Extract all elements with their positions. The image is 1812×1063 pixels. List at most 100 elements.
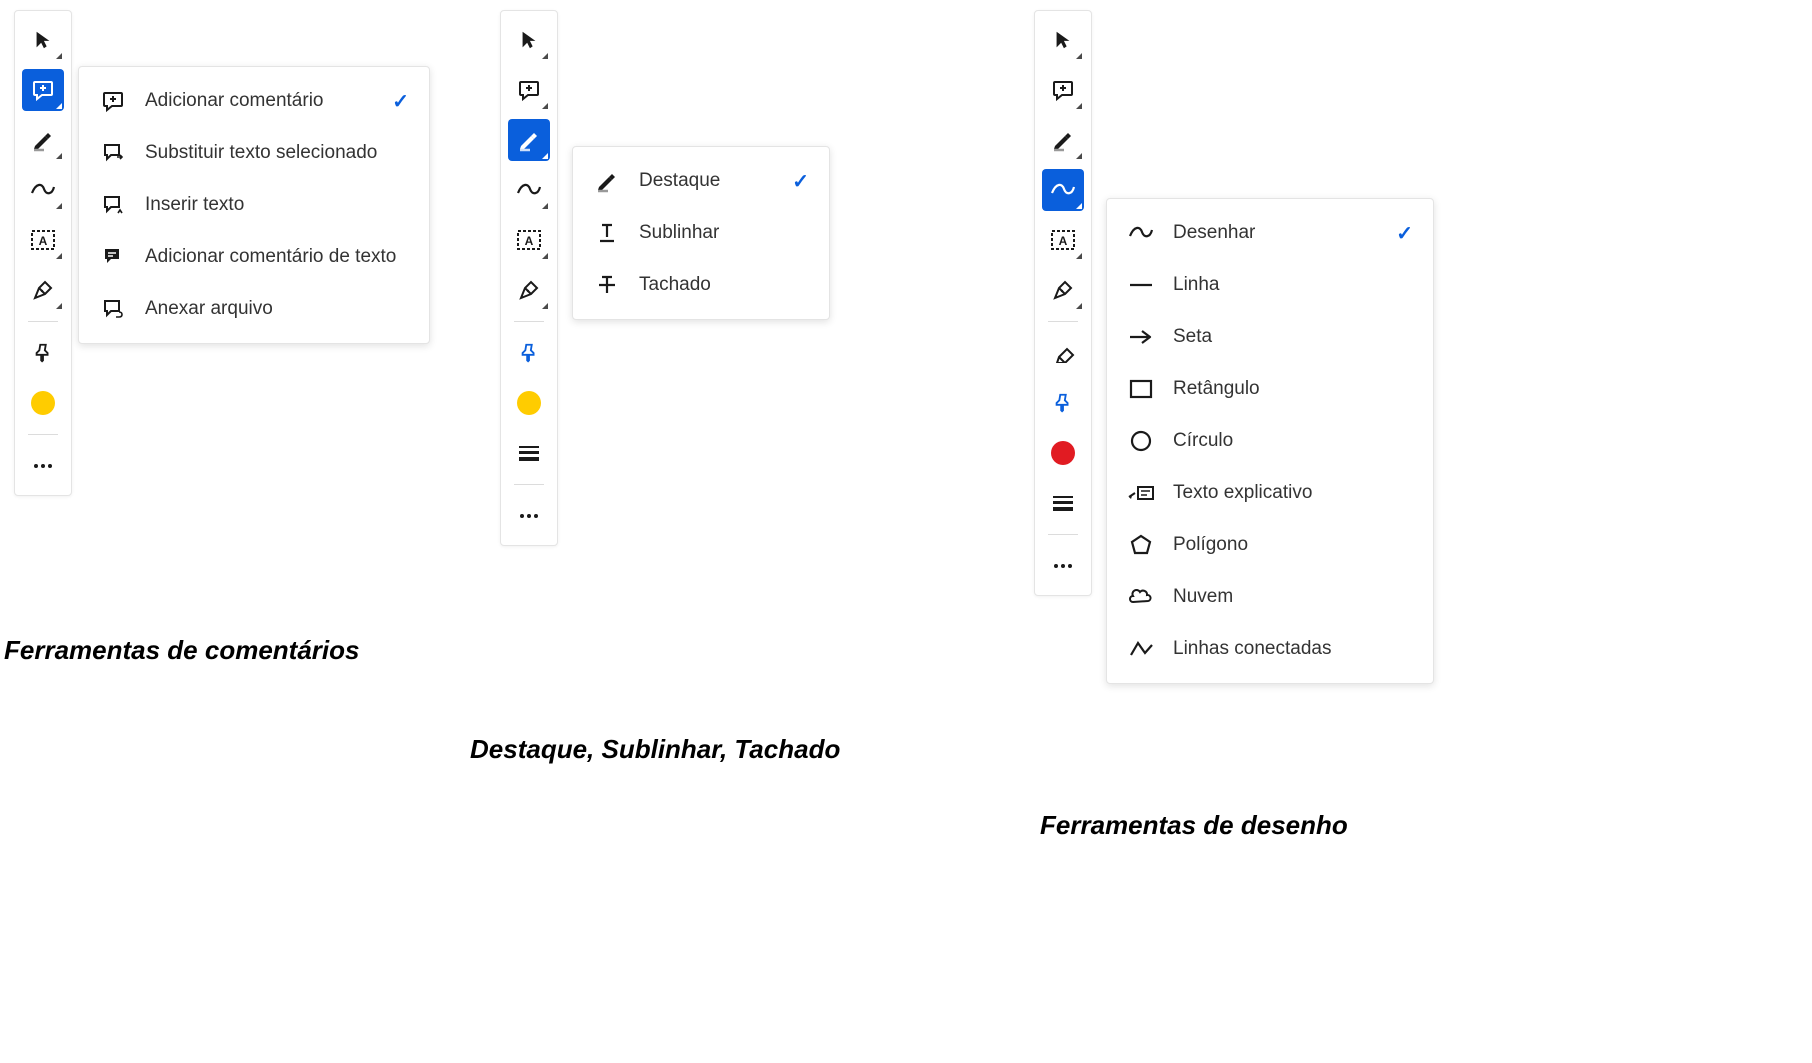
- flyout-item-callout[interactable]: Texto explicativo: [1107, 467, 1433, 519]
- flyout-label: Desenhar: [1173, 222, 1374, 244]
- pen-tool[interactable]: [508, 269, 550, 311]
- marker-icon: [517, 128, 541, 152]
- flyout-item-insert-text[interactable]: Inserir texto: [79, 179, 429, 231]
- svg-text:A: A: [525, 234, 534, 248]
- color-swatch[interactable]: [1042, 432, 1084, 474]
- flyout-item-polyline[interactable]: Linhas conectadas: [1107, 623, 1433, 675]
- marker-icon: [31, 128, 55, 152]
- flyout-item-polygon[interactable]: Polígono: [1107, 519, 1433, 571]
- pin-icon: [518, 342, 540, 364]
- divider: [514, 321, 544, 322]
- highlight-toolbar: A: [500, 10, 558, 546]
- line-weight-icon: [1051, 495, 1075, 511]
- draw-tool[interactable]: [1042, 169, 1084, 211]
- svg-text:A: A: [1059, 234, 1068, 248]
- highlight-flyout: Destaque ✓ Sublinhar Tachado: [572, 146, 830, 320]
- color-circle-icon: [517, 391, 541, 415]
- flyout-label: Círculo: [1173, 430, 1413, 452]
- thickness-tool[interactable]: [508, 432, 550, 474]
- arrow-icon: [1127, 323, 1155, 351]
- check-icon: ✓: [792, 169, 809, 194]
- flyout-item-underline[interactable]: Sublinhar: [573, 207, 829, 259]
- fountain-pen-icon: [1051, 278, 1075, 302]
- flyout-item-highlight[interactable]: Destaque ✓: [573, 155, 829, 207]
- ellipsis-icon: [519, 513, 539, 519]
- flyout-label: Destaque: [639, 170, 770, 192]
- flyout-item-arrow[interactable]: Seta: [1107, 311, 1433, 363]
- pen-tool[interactable]: [22, 269, 64, 311]
- flyout-label: Retângulo: [1173, 378, 1413, 400]
- eraser-tool[interactable]: [1042, 332, 1084, 374]
- marker-icon: [593, 167, 621, 195]
- comment-tool[interactable]: [1042, 69, 1084, 111]
- eraser-icon: [1051, 343, 1075, 363]
- more-tool[interactable]: [22, 445, 64, 487]
- flyout-item-attach[interactable]: Anexar arquivo: [79, 283, 429, 335]
- line-icon: [1127, 271, 1155, 299]
- textbox-tool[interactable]: A: [508, 219, 550, 261]
- comment-text-icon: [99, 243, 127, 271]
- flyout-item-draw[interactable]: Desenhar ✓: [1107, 207, 1433, 259]
- callout-icon: [1127, 479, 1155, 507]
- polygon-icon: [1127, 531, 1155, 559]
- comment-toolbar: A: [14, 10, 72, 496]
- cursor-icon: [1052, 29, 1074, 51]
- flyout-item-add-comment[interactable]: Adicionar comentário ✓: [79, 75, 429, 127]
- divider: [1048, 534, 1078, 535]
- highlight-tool[interactable]: [1042, 119, 1084, 161]
- textbox-tool[interactable]: A: [22, 219, 64, 261]
- draw-flyout: Desenhar ✓ Linha Seta Retângulo Círculo …: [1106, 198, 1434, 684]
- cloud-icon: [1127, 583, 1155, 611]
- textbox-tool[interactable]: A: [1042, 219, 1084, 261]
- pen-tool[interactable]: [1042, 269, 1084, 311]
- comment-attach-icon: [99, 295, 127, 323]
- select-tool[interactable]: [508, 19, 550, 61]
- pin-tool[interactable]: [508, 332, 550, 374]
- comment-tool[interactable]: [508, 69, 550, 111]
- color-circle-icon: [31, 391, 55, 415]
- flyout-item-line[interactable]: Linha: [1107, 259, 1433, 311]
- circle-icon: [1127, 427, 1155, 455]
- color-swatch[interactable]: [22, 382, 64, 424]
- line-weight-icon: [517, 445, 541, 461]
- pin-icon: [32, 342, 54, 364]
- underline-icon: [593, 219, 621, 247]
- comment-plus-icon: [1051, 78, 1075, 102]
- flyout-label: Adicionar comentário de texto: [145, 246, 409, 268]
- draw-tool[interactable]: [508, 169, 550, 211]
- flyout-label: Seta: [1173, 326, 1413, 348]
- comment-flyout: Adicionar comentário ✓ Substituir texto …: [78, 66, 430, 344]
- flyout-label: Tachado: [639, 274, 809, 296]
- pin-tool[interactable]: [1042, 382, 1084, 424]
- flyout-item-cloud[interactable]: Nuvem: [1107, 571, 1433, 623]
- comment-replace-icon: [99, 139, 127, 167]
- flyout-item-strikethrough[interactable]: Tachado: [573, 259, 829, 311]
- select-tool[interactable]: [1042, 19, 1084, 61]
- highlight-tool[interactable]: [22, 119, 64, 161]
- cursor-icon: [518, 29, 540, 51]
- comment-tool[interactable]: [22, 69, 64, 111]
- more-tool[interactable]: [1042, 545, 1084, 587]
- pin-tool[interactable]: [22, 332, 64, 374]
- draw-tool[interactable]: [22, 169, 64, 211]
- flyout-label: Linhas conectadas: [1173, 638, 1413, 660]
- flyout-label: Adicionar comentário: [145, 90, 370, 112]
- flyout-item-rectangle[interactable]: Retângulo: [1107, 363, 1433, 415]
- panel2-caption: Destaque, Sublinhar, Tachado: [470, 734, 840, 765]
- flyout-item-replace-text[interactable]: Substituir texto selecionado: [79, 127, 429, 179]
- color-swatch[interactable]: [508, 382, 550, 424]
- more-tool[interactable]: [508, 495, 550, 537]
- fountain-pen-icon: [31, 278, 55, 302]
- marker-icon: [1051, 128, 1075, 152]
- flyout-item-circle[interactable]: Círculo: [1107, 415, 1433, 467]
- select-tool[interactable]: [22, 19, 64, 61]
- comment-plus-icon: [31, 78, 55, 102]
- freehand-icon: [1050, 181, 1076, 199]
- thickness-tool[interactable]: [1042, 482, 1084, 524]
- color-circle-icon: [1051, 441, 1075, 465]
- highlight-tool[interactable]: [508, 119, 550, 161]
- flyout-item-text-comment[interactable]: Adicionar comentário de texto: [79, 231, 429, 283]
- check-icon: ✓: [392, 89, 409, 114]
- pin-icon: [1052, 392, 1074, 414]
- freehand-icon: [516, 181, 542, 199]
